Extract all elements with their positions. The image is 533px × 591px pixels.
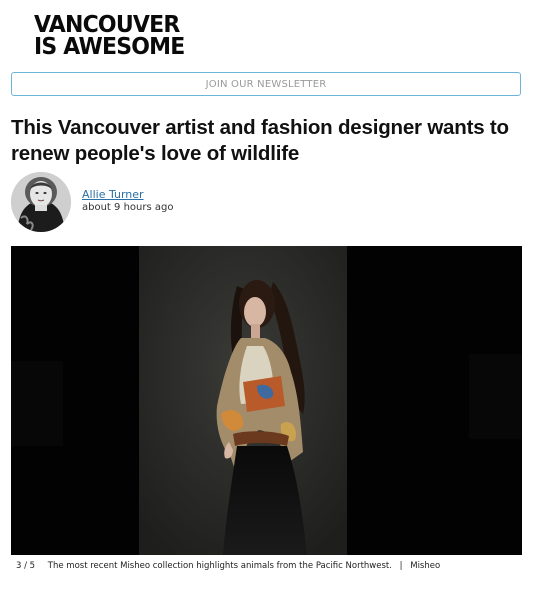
photo-credit: Misheo (410, 561, 441, 571)
gallery-caption: 3 / 5 The most recent Misheo collection … (16, 561, 440, 571)
author-avatar[interactable] (11, 172, 71, 232)
article-headline: This Vancouver artist and fashion design… (11, 116, 509, 165)
logo-line-2: IS AWESOME (34, 33, 185, 61)
gallery-image[interactable] (11, 246, 522, 555)
author-portrait-image (11, 172, 71, 232)
logo-line-1: VANCOUVER (34, 11, 180, 39)
caption-text: The most recent Misheo collection highli… (47, 561, 392, 571)
gallery-counter: 3 / 5 (16, 561, 36, 571)
model-scarf-photo (11, 246, 522, 555)
author-name-link[interactable]: Allie Turner (82, 188, 144, 201)
join-newsletter-button[interactable]: JOIN OUR NEWSLETTER (11, 72, 521, 96)
caption-separator: | (399, 561, 403, 571)
site-logo[interactable]: VANCOUVER IS AWESOME (34, 11, 185, 61)
published-time: about 9 hours ago (82, 202, 174, 213)
